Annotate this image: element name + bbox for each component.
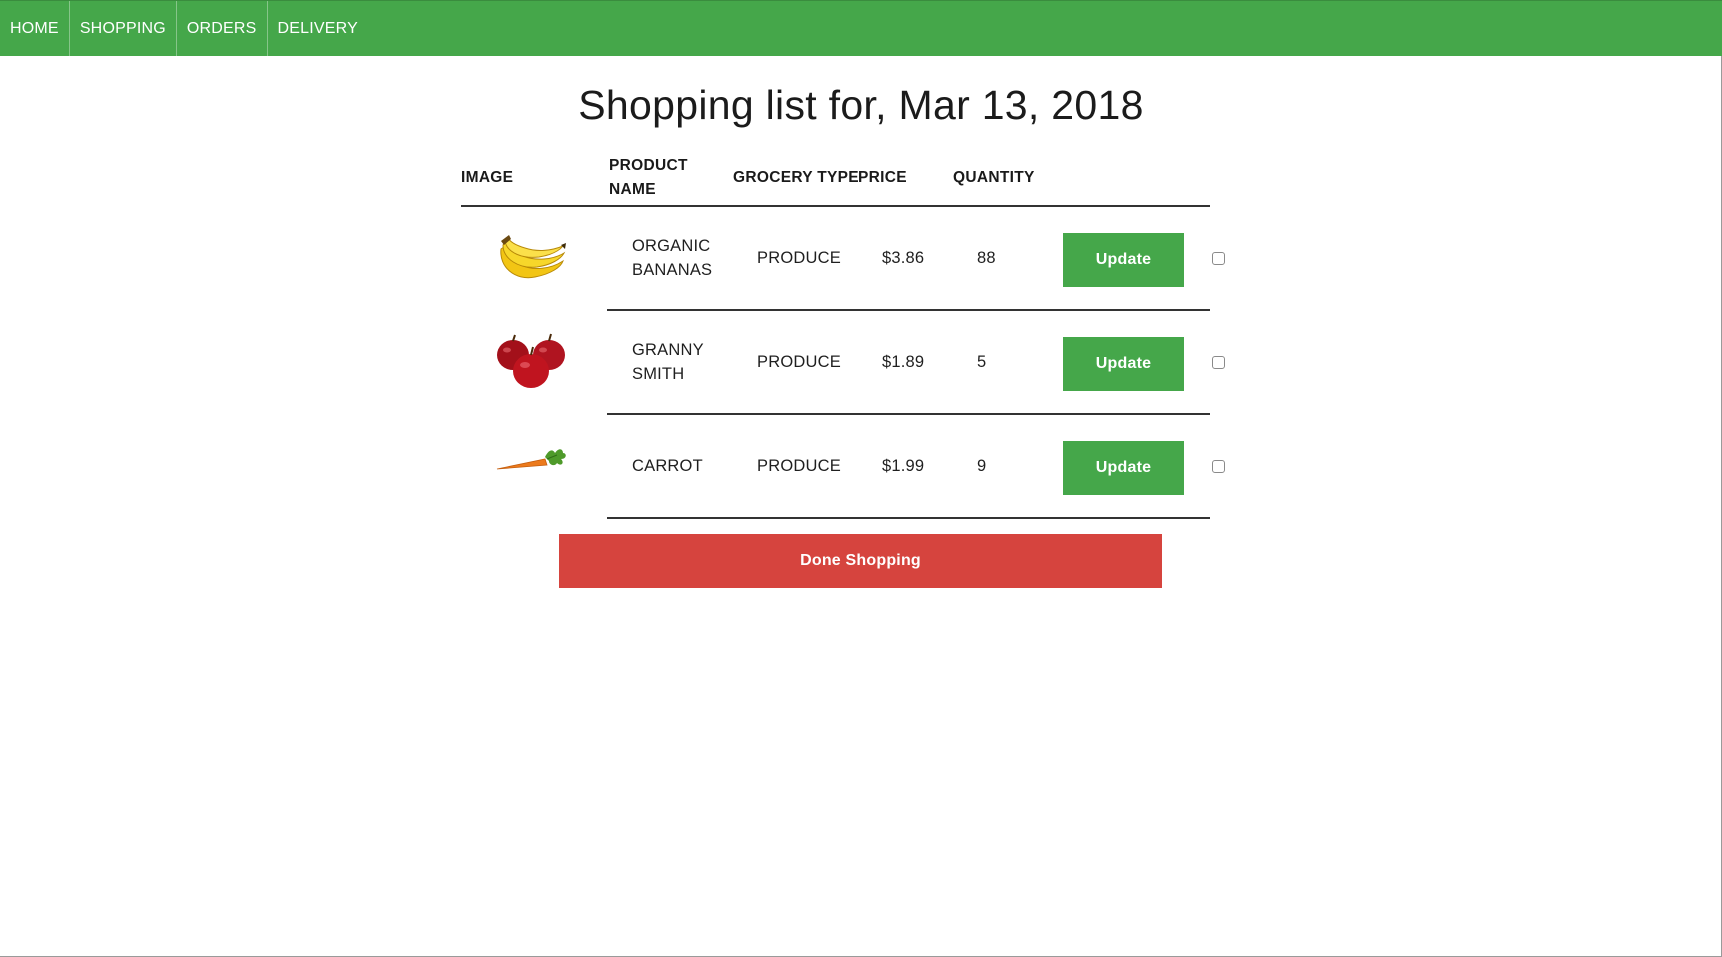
grocery-type: PRODUCE [757,353,841,371]
row-checkbox[interactable] [1212,460,1225,473]
product-quantity: 5 [977,353,987,371]
update-button[interactable]: Update [1063,441,1184,495]
done-shopping-button[interactable]: Done Shopping [559,534,1162,588]
grocery-type: PRODUCE [757,249,841,267]
top-navbar: HOME SHOPPING ORDERS DELIVERY [0,0,1722,56]
nav-orders[interactable]: ORDERS [177,1,268,56]
banana-icon [495,227,567,291]
table-row: CARROT PRODUCE $1.99 9 Update [461,415,1241,519]
nav-home[interactable]: HOME [0,1,70,56]
product-quantity: 9 [977,457,987,475]
carrot-icon [495,435,567,499]
product-price: $3.86 [882,249,925,267]
table-header: IMAGE PRODUCT NAME GROCERY TYPE PRICE QU… [461,148,1210,207]
header-grocery-type: GROCERY TYPE [733,169,859,186]
product-name: GRANNY SMITH [632,341,704,383]
row-checkbox[interactable] [1212,252,1225,265]
page: HOME SHOPPING ORDERS DELIVERY Shopping l… [0,0,1722,957]
header-price: PRICE [858,169,907,186]
update-button[interactable]: Update [1063,337,1184,391]
nav-delivery[interactable]: DELIVERY [268,1,368,56]
row-checkbox[interactable] [1212,356,1225,369]
grocery-type: PRODUCE [757,457,841,475]
product-name: ORGANIC BANANAS [632,237,713,279]
product-price: $1.99 [882,457,925,475]
shopping-table: IMAGE PRODUCT NAME GROCERY TYPE PRICE QU… [461,148,1241,519]
table-row: ORGANIC BANANAS PRODUCE $3.86 88 Update [461,207,1241,311]
update-button[interactable]: Update [1063,233,1184,287]
header-quantity: QUANTITY [953,169,1035,186]
header-product-name: PRODUCT NAME [609,157,688,198]
header-image: IMAGE [461,169,514,186]
page-title: Shopping list for, Mar 13, 2018 [578,82,1144,128]
row-divider [607,517,1210,519]
nav-shopping[interactable]: SHOPPING [70,1,177,56]
product-quantity: 88 [977,249,996,267]
product-price: $1.89 [882,353,925,371]
product-name: CARROT [632,457,703,475]
apple-icon [495,331,567,395]
table-row: GRANNY SMITH PRODUCE $1.89 5 Update [461,311,1241,415]
